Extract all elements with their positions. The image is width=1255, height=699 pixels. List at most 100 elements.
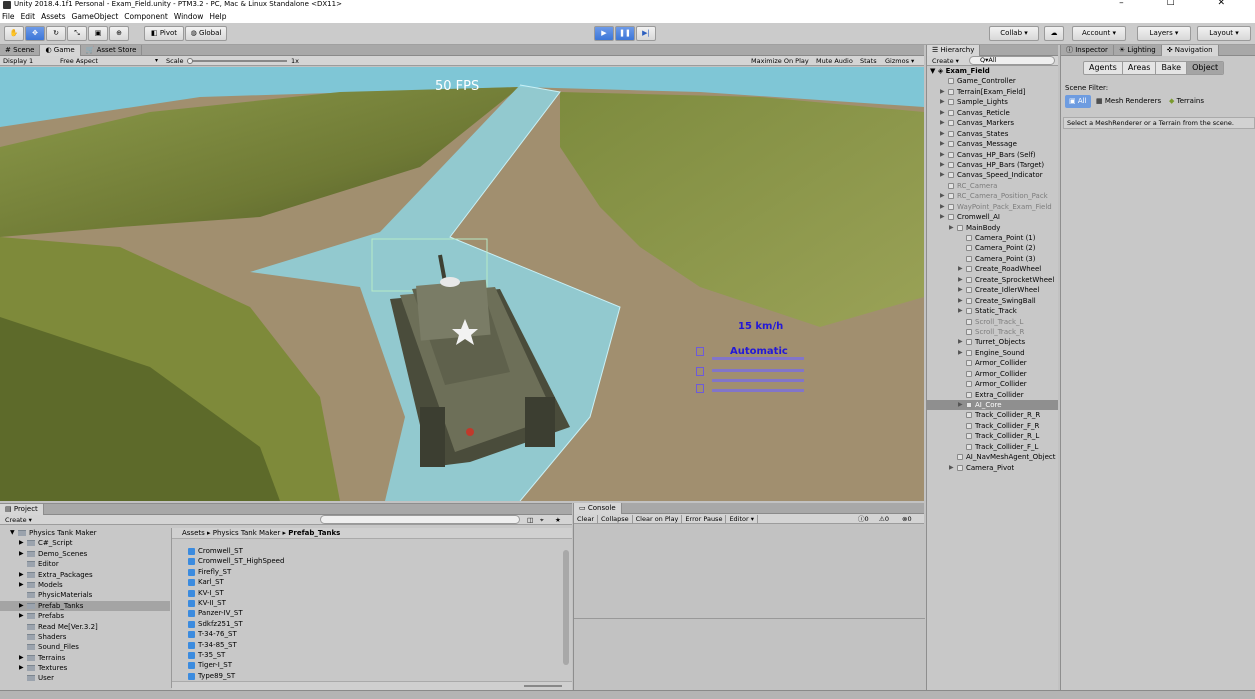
gizmos-dropdown[interactable]: Gizmos ▾: [885, 56, 914, 66]
folder-expand-icon[interactable]: ▶: [19, 601, 24, 611]
step-button-icon[interactable]: ▶|: [636, 26, 656, 41]
prefab-asset[interactable]: Cromwell_ST: [180, 546, 560, 556]
hierarchy-item[interactable]: ▶ Canvas_HP_Bars (Target): [927, 160, 1058, 170]
layers-dropdown[interactable]: Layers ▾: [1137, 26, 1191, 41]
expand-arrow-icon[interactable]: ▶: [958, 400, 963, 410]
console-error-count[interactable]: ⊗0: [902, 514, 912, 524]
expand-arrow-icon[interactable]: ▶: [940, 108, 945, 118]
hierarchy-item[interactable]: Armor_Collider: [927, 379, 1058, 389]
project-create-dropdown[interactable]: Create ▾: [5, 515, 32, 525]
prefab-asset[interactable]: Sdkfz251_ST: [180, 619, 560, 629]
console-clear-button[interactable]: Clear: [574, 515, 598, 524]
hierarchy-item[interactable]: ▶ Engine_Sound: [927, 348, 1058, 358]
folder-expand-icon[interactable]: ▼: [10, 528, 15, 538]
expand-arrow-icon[interactable]: ▶: [940, 160, 945, 170]
breadcrumb-prefab-tanks[interactable]: Prefab_Tanks: [288, 529, 340, 537]
hierarchy-item[interactable]: Armor_Collider: [927, 369, 1058, 379]
hierarchy-item[interactable]: Armor_Collider: [927, 358, 1058, 368]
tab-asset-store[interactable]: 🛒 Asset Store: [81, 45, 143, 56]
hierarchy-item[interactable]: ▶ Create_SwingBall: [927, 296, 1058, 306]
favorites-star-icon[interactable]: ★: [555, 515, 561, 525]
hierarchy-item[interactable]: AI_NavMeshAgent_Object: [927, 452, 1058, 462]
folder-expand-icon[interactable]: ▶: [19, 580, 24, 590]
mute-audio-toggle[interactable]: Mute Audio: [816, 56, 853, 66]
play-button-icon[interactable]: ▶: [594, 26, 614, 41]
hierarchy-search-input[interactable]: Q▾All: [969, 56, 1055, 65]
expand-arrow-icon[interactable]: ▶: [958, 275, 963, 285]
pivot-toggle[interactable]: ◧ Pivot: [144, 26, 184, 41]
tab-project[interactable]: ▤ Project: [0, 504, 44, 515]
hierarchy-item[interactable]: ▶ Create_SprocketWheel: [927, 275, 1058, 285]
console-error-pause-button[interactable]: Error Pause: [682, 515, 727, 524]
hierarchy-item[interactable]: ▶ Canvas_Markers: [927, 118, 1058, 128]
hierarchy-item[interactable]: ▶ Static_Track: [927, 306, 1058, 316]
subtab-object[interactable]: Object: [1187, 62, 1224, 74]
prefab-asset[interactable]: T-34-76_ST: [180, 629, 560, 639]
prefab-asset[interactable]: T-34-85_ST: [180, 640, 560, 650]
asset-list-scrollbar[interactable]: [563, 550, 569, 665]
expand-arrow-icon[interactable]: ▶: [940, 170, 945, 180]
breadcrumb-ptm[interactable]: Physics Tank Maker: [213, 529, 281, 537]
prefab-asset[interactable]: T-35_ST: [180, 650, 560, 660]
icon-size-slider[interactable]: [524, 685, 562, 687]
filter-all-button[interactable]: ▣ All: [1065, 95, 1091, 108]
menu-edit[interactable]: Edit: [21, 12, 36, 21]
project-search-input[interactable]: [320, 515, 520, 524]
game-view[interactable]: 50 FPS 15 km/h Automatic: [0, 67, 924, 501]
expand-arrow-icon[interactable]: ▶: [940, 212, 945, 222]
expand-arrow-icon[interactable]: ▶: [940, 129, 945, 139]
layout-dropdown[interactable]: Layout ▾: [1197, 26, 1251, 41]
scene-root[interactable]: ▼ ◈ Exam_Field: [927, 66, 1058, 76]
expand-arrow-icon[interactable]: ▶: [958, 264, 963, 274]
filter-by-type-icon[interactable]: ◫: [527, 515, 533, 525]
rect-tool-icon[interactable]: ▣: [88, 26, 108, 41]
global-toggle[interactable]: ◍ Global: [185, 26, 227, 41]
subtab-agents[interactable]: Agents: [1084, 62, 1123, 74]
console-log-count[interactable]: ⓘ0: [858, 514, 869, 524]
prefab-asset[interactable]: KV-II_ST: [180, 598, 560, 608]
menu-file[interactable]: File: [2, 12, 15, 21]
tab-inspector[interactable]: ⓘ Inspector: [1061, 45, 1114, 56]
hierarchy-item[interactable]: Track_Collider_R_L: [927, 431, 1058, 441]
scale-slider-thumb[interactable]: [187, 58, 193, 64]
hierarchy-item[interactable]: Game_Controller: [927, 76, 1058, 86]
hierarchy-item[interactable]: Camera_Point (2): [927, 243, 1058, 253]
transform-tool-icon[interactable]: ⊕: [109, 26, 129, 41]
tab-navigation[interactable]: ✜ Navigation: [1161, 45, 1219, 56]
project-folder[interactable]: ▶ Models: [0, 580, 170, 590]
console-warning-count[interactable]: ⚠0: [879, 514, 889, 524]
project-splitter[interactable]: [171, 528, 172, 688]
hierarchy-item[interactable]: ▶ MainBody: [927, 223, 1058, 233]
folder-expand-icon[interactable]: ▶: [19, 538, 24, 548]
expand-arrow-icon[interactable]: ▶: [940, 87, 945, 97]
hierarchy-item[interactable]: Track_Collider_F_R: [927, 421, 1058, 431]
hierarchy-item[interactable]: Track_Collider_F_L: [927, 442, 1058, 452]
hierarchy-item[interactable]: Scroll_Track_L: [927, 317, 1058, 327]
expand-arrow-icon[interactable]: ▶: [958, 306, 963, 316]
prefab-asset[interactable]: Karl_ST: [180, 577, 560, 587]
project-folder[interactable]: Sound_Files: [0, 642, 170, 652]
rotate-tool-icon[interactable]: ↻: [46, 26, 66, 41]
hand-tool-icon[interactable]: ✋: [4, 26, 24, 41]
tab-console[interactable]: ▭ Console: [574, 503, 622, 514]
project-folder[interactable]: ▼ Physics Tank Maker: [0, 528, 170, 538]
scale-slider[interactable]: [187, 60, 287, 62]
expand-arrow-icon[interactable]: ▶: [958, 348, 963, 358]
tab-scene[interactable]: # Scene: [0, 45, 41, 56]
folder-expand-icon[interactable]: ▶: [19, 653, 24, 663]
prefab-asset[interactable]: Panzer-IV_ST: [180, 608, 560, 618]
project-folder[interactable]: User: [0, 673, 170, 683]
hierarchy-item[interactable]: ▶ Create_RoadWheel: [927, 264, 1058, 274]
expand-arrow-icon[interactable]: ▶: [940, 139, 945, 149]
prefab-asset[interactable]: Firefly_ST: [180, 567, 560, 577]
hierarchy-item[interactable]: Scroll_Track_R: [927, 327, 1058, 337]
project-folder[interactable]: ▶ Demo_Scenes: [0, 549, 170, 559]
hierarchy-item[interactable]: ▶ Turret_Objects: [927, 337, 1058, 347]
console-splitter[interactable]: [574, 618, 925, 619]
hierarchy-item[interactable]: ▶ WayPoint_Pack_Exam_Field: [927, 202, 1058, 212]
prefab-asset[interactable]: KV-I_ST: [180, 588, 560, 598]
hierarchy-item[interactable]: Track_Collider_R_R: [927, 410, 1058, 420]
project-folder[interactable]: Editor: [0, 559, 170, 569]
expand-arrow-icon[interactable]: ▶: [949, 463, 954, 473]
expand-arrow-icon[interactable]: ▶: [940, 118, 945, 128]
